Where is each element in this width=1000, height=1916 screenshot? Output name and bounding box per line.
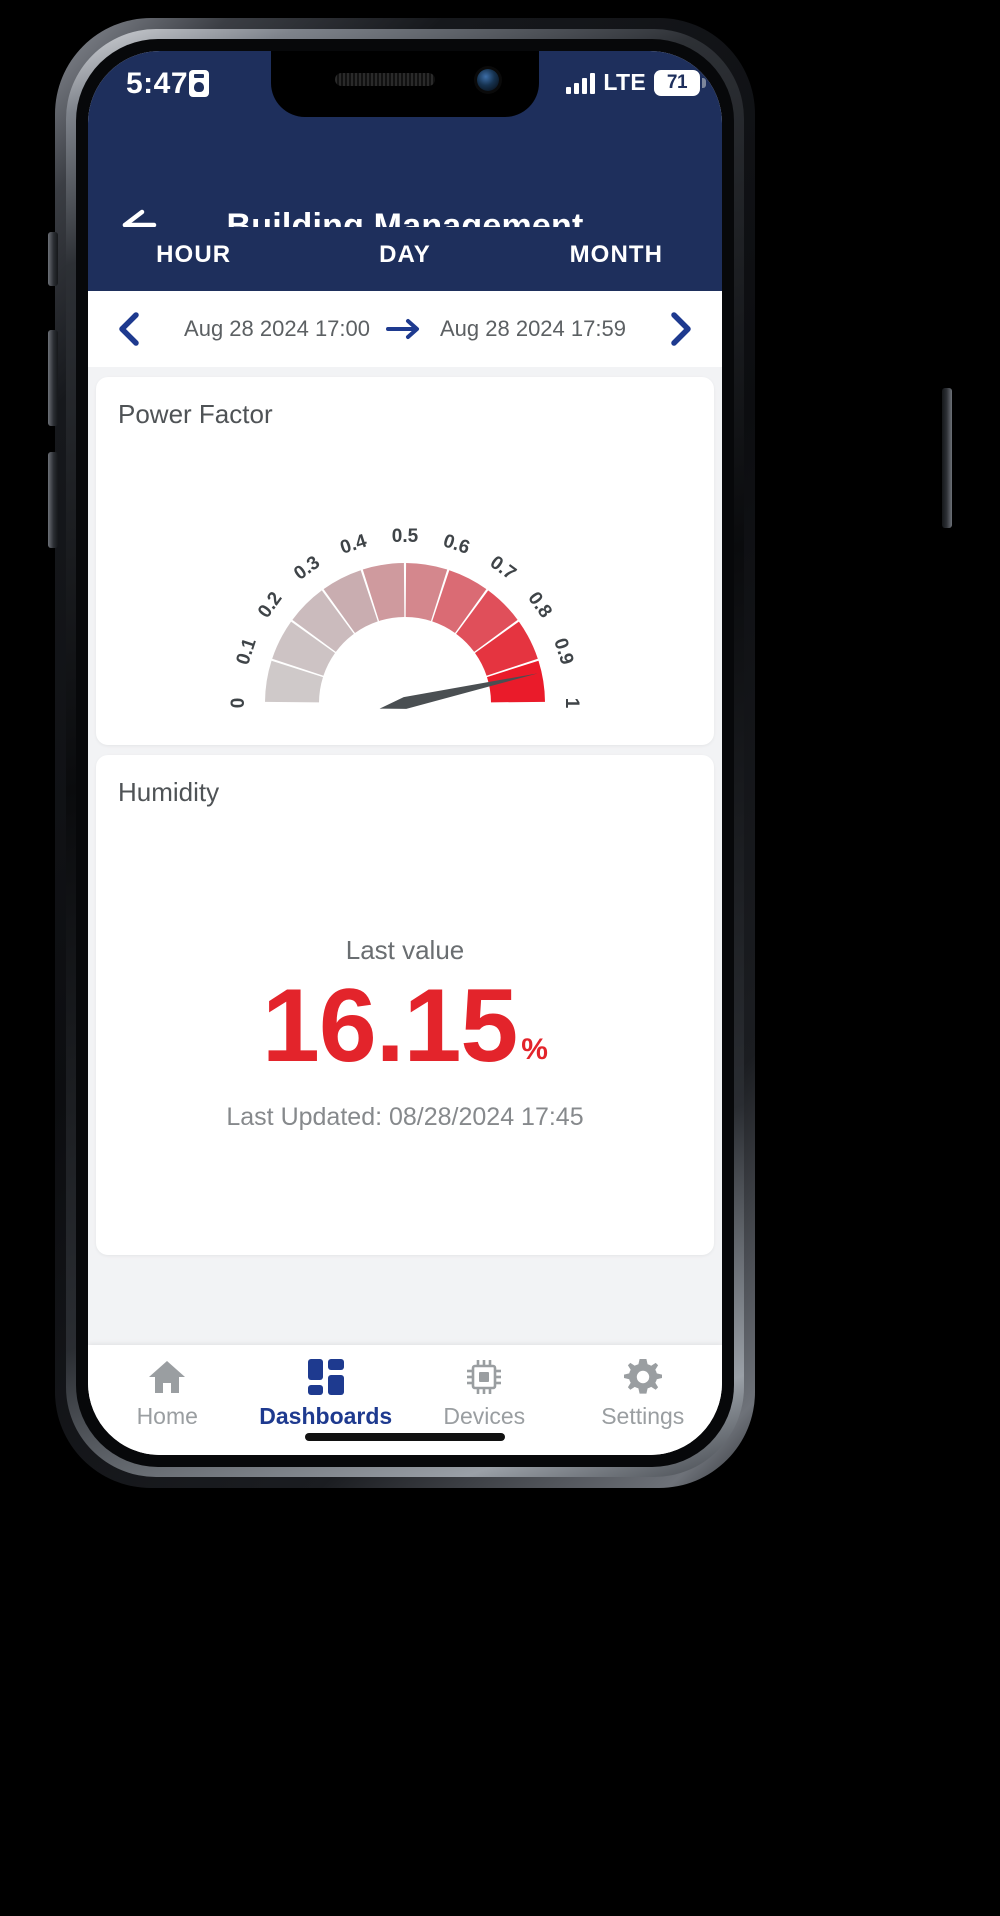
date-range-start: Aug 28 2024 17:00 (184, 316, 370, 341)
period-tabs: HOUR DAY MONTH (88, 227, 722, 295)
gauge-tick-label: 0 (228, 698, 249, 709)
earpiece-speaker (335, 73, 435, 86)
date-range-text: Aug 28 2024 17:00 Aug 28 2024 17:59 (184, 316, 626, 342)
chip-icon (463, 1357, 505, 1397)
phone-screen: 5:47 LTE 71 Building Management HOUR DAY… (88, 51, 722, 1455)
gauge-tick-label: 0.3 (290, 552, 324, 585)
nav-label-dashboards: Dashboards (259, 1403, 393, 1429)
arrow-right-icon (386, 318, 424, 340)
front-camera-icon (477, 69, 499, 91)
nav-label-home: Home (136, 1403, 198, 1429)
gauge-tick-label: 0.1 (233, 635, 261, 667)
last-value-label: Last value (345, 935, 465, 965)
volume-up-button[interactable] (48, 330, 58, 426)
date-range-end: Aug 28 2024 17:59 (440, 316, 626, 341)
gauge-svg: 0 0.1 0.20.3 0.4 0.5 0.6 0.70.8 0.9 1 (228, 526, 582, 709)
gauge-tick-label: 0.4 (338, 530, 370, 558)
power-button[interactable] (942, 388, 952, 528)
home-icon (146, 1357, 188, 1397)
card-title-humidity: Humidity (118, 777, 220, 807)
device-notch (271, 51, 539, 117)
signal-bars-icon (566, 72, 596, 94)
date-range-navigator: Aug 28 2024 17:00 Aug 28 2024 17:59 (88, 291, 722, 367)
tabs-spacer (88, 283, 722, 291)
tab-day[interactable]: DAY (299, 227, 510, 283)
battery-level-label: 71 (666, 71, 688, 93)
gauge-tick-label: 0.9 (549, 636, 577, 668)
chevron-left-icon[interactable] (110, 309, 150, 349)
gauge-chart: 0 0.1 0.2 0.3 0.4 0.5 0.6 0.7 0.8 0.9 1 (96, 435, 714, 735)
gauge-tick-label: 1 (561, 698, 582, 709)
nav-item-settings[interactable]: Settings (564, 1357, 723, 1430)
screenshot-stage: 5:47 LTE 71 Building Management HOUR DAY… (0, 0, 1000, 1916)
gauge-tick-label: 0.6 (441, 531, 473, 559)
gauge-tick-label: 0.5 (392, 526, 419, 547)
nav-item-devices[interactable]: Devices (405, 1357, 564, 1430)
tab-hour[interactable]: HOUR (88, 227, 300, 295)
status-clock: 5:47 (126, 67, 189, 100)
status-indicators: LTE 71 (566, 69, 706, 96)
humidity-unit: % (521, 1032, 548, 1066)
card-power-factor: Power Factor 0 0.1 0.2 0.3 0.4 0.5 0.6 0.7 0.8 0.… (96, 377, 714, 745)
tab-month[interactable]: MONTH (511, 227, 722, 283)
mute-switch[interactable] (48, 232, 58, 286)
gear-icon (622, 1357, 664, 1397)
nav-item-dashboards[interactable]: Dashboards (247, 1357, 406, 1430)
chevron-right-icon[interactable] (660, 309, 700, 349)
nav-label-devices: Devices (443, 1403, 526, 1429)
humidity-value: 16.15 (262, 968, 518, 1084)
card-humidity: Humidity Last value 16.15 % Last Updated… (96, 755, 714, 1255)
gauge-tick-label: 0.2 (254, 588, 287, 622)
humidity-last-updated: Last Updated: 08/28/2024 17:45 (226, 1103, 584, 1131)
id-badge-icon (189, 70, 209, 97)
home-indicator[interactable] (305, 1433, 505, 1441)
status-bar: 5:47 LTE 71 (88, 51, 722, 125)
battery-indicator: 71 (654, 69, 706, 96)
volume-down-button[interactable] (48, 452, 58, 548)
gauge-tick-label: 0.7 (486, 552, 520, 585)
nav-item-home[interactable]: Home (88, 1357, 247, 1430)
dashboards-grid-icon (305, 1357, 347, 1397)
humidity-value-row: 16.15 % (96, 968, 714, 1084)
nav-label-settings: Settings (601, 1403, 685, 1429)
gauge-tick-label: 0.8 (523, 588, 556, 622)
dashboard-content[interactable]: Power Factor 0 0.1 0.2 0.3 0.4 0.5 0.6 0.7 0.8 0.… (88, 367, 722, 1345)
network-type-label: LTE (603, 69, 646, 95)
card-title-power-factor: Power Factor (118, 399, 273, 429)
